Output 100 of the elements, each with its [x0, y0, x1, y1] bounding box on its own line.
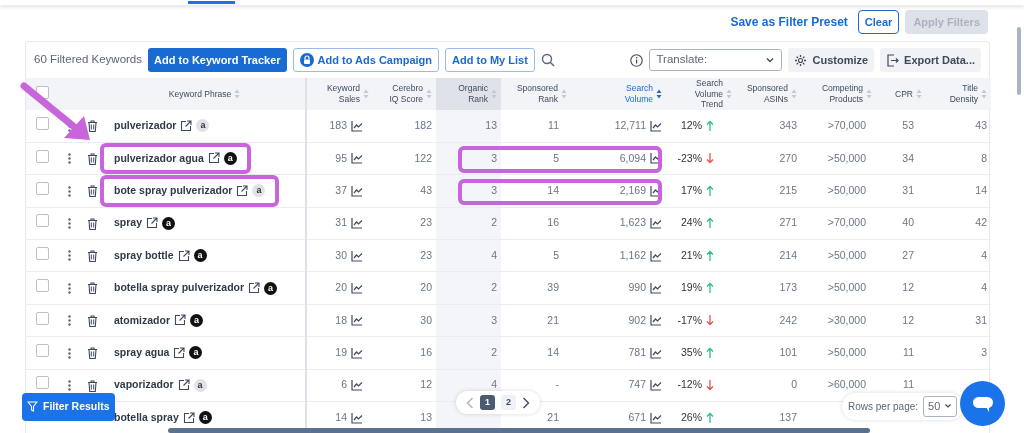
external-link-icon[interactable] [207, 152, 220, 165]
keyword-link[interactable]: bote spray pulverizador [114, 182, 233, 199]
table-cell: 4 [491, 378, 497, 391]
line-chart-icon[interactable] [351, 184, 363, 197]
add-to-tracker-button[interactable]: Add to Keyword Tracker [148, 47, 287, 73]
line-chart-icon[interactable] [650, 249, 662, 262]
line-chart-icon[interactable] [650, 346, 662, 359]
amazon-badge[interactable]: a [252, 184, 266, 198]
customize-button[interactable]: Customize [788, 47, 875, 73]
column-header[interactable]: Keyword Phrase [168, 88, 232, 100]
amazon-badge[interactable]: a [162, 216, 176, 230]
kebab-menu-icon[interactable] [68, 380, 71, 392]
add-to-list-button[interactable]: Add to My List [445, 47, 535, 73]
kebab-menu-icon[interactable] [68, 347, 71, 359]
external-link-icon[interactable] [236, 184, 249, 197]
trash-icon[interactable] [87, 282, 98, 295]
page-button[interactable]: 1 [480, 395, 495, 410]
vertical-scrollbar[interactable] [1017, 27, 1021, 95]
external-link-icon[interactable] [182, 411, 195, 424]
row-checkbox[interactable] [35, 214, 49, 228]
amazon-badge[interactable]: a [264, 281, 278, 295]
table-cell-text: 1,623 [619, 215, 646, 231]
trash-icon[interactable] [87, 249, 98, 262]
trash-icon[interactable] [87, 185, 98, 198]
line-chart-icon[interactable] [351, 411, 363, 424]
line-chart-icon[interactable] [351, 249, 363, 262]
line-chart-icon[interactable] [351, 152, 363, 165]
line-chart-icon[interactable] [351, 282, 363, 294]
keyword-link[interactable]: botella spray pulverizador [114, 280, 245, 296]
external-link-icon[interactable] [146, 217, 159, 230]
external-link-icon[interactable] [177, 249, 190, 262]
line-chart-icon[interactable] [351, 314, 363, 327]
export-button[interactable]: Export Data... [880, 47, 981, 73]
external-link-icon[interactable] [174, 314, 186, 327]
clear-button[interactable]: Clear [857, 9, 900, 35]
line-chart-icon[interactable] [351, 217, 363, 230]
row-checkbox[interactable] [35, 246, 49, 260]
page-button[interactable]: 2 [501, 395, 516, 410]
search-icon[interactable] [540, 53, 555, 67]
amazon-badge[interactable]: a [193, 378, 207, 392]
info-icon[interactable] [630, 53, 644, 67]
keyword-link[interactable]: pulverizador [114, 117, 177, 134]
keyword-link[interactable]: spray bottle [114, 247, 174, 264]
table-cell: 30 [420, 313, 432, 326]
save-filter-preset-link[interactable]: Save as Filter Preset [726, 13, 852, 31]
amazon-badge[interactable]: a [198, 411, 212, 425]
line-chart-icon[interactable] [351, 346, 363, 359]
table-cell: 122 [414, 151, 432, 164]
kebab-menu-icon[interactable] [68, 315, 71, 327]
line-chart-icon[interactable] [650, 217, 662, 230]
amazon-badge[interactable]: a [223, 151, 237, 165]
row-checkbox[interactable] [35, 343, 49, 357]
line-chart-icon[interactable] [650, 282, 662, 294]
kebab-menu-icon[interactable] [68, 218, 71, 230]
row-checkbox[interactable] [35, 376, 49, 390]
table-cell: 20 [335, 280, 347, 296]
trash-icon[interactable] [87, 120, 98, 133]
external-link-icon[interactable] [173, 346, 186, 359]
filter-results-button[interactable]: Filter Results [22, 393, 115, 421]
line-chart-icon[interactable] [650, 119, 662, 132]
kebab-menu-icon[interactable] [68, 185, 71, 197]
keyword-link[interactable]: botella spray [114, 409, 179, 426]
trash-icon[interactable] [87, 347, 98, 360]
trash-icon[interactable] [87, 217, 98, 230]
kebab-menu-icon[interactable] [68, 282, 71, 294]
line-chart-icon[interactable] [351, 119, 363, 132]
row-checkbox[interactable] [35, 181, 49, 195]
keyword-link[interactable]: atomizador [114, 312, 170, 329]
external-link-icon[interactable] [177, 379, 190, 392]
trash-icon[interactable] [87, 314, 98, 327]
horizontal-scrollbar[interactable] [168, 428, 870, 433]
line-chart-icon[interactable] [650, 379, 662, 392]
amazon-badge[interactable]: a [189, 346, 203, 360]
kebab-menu-icon[interactable] [68, 153, 71, 165]
amazon-badge[interactable]: a [193, 249, 207, 263]
translate-select[interactable]: Translate: [649, 49, 783, 71]
keyword-link[interactable]: vaporizador [114, 377, 174, 394]
add-to-ads-button[interactable]: Add to Ads Campaign [292, 47, 440, 73]
row-checkbox[interactable] [35, 149, 49, 163]
chat-button[interactable] [960, 381, 1005, 426]
column-header[interactable]: CPR [895, 88, 913, 100]
line-chart-icon[interactable] [650, 314, 662, 327]
line-chart-icon[interactable] [351, 379, 363, 392]
trash-icon[interactable] [87, 379, 98, 392]
kebab-menu-icon[interactable] [68, 250, 71, 262]
external-link-icon[interactable] [248, 282, 261, 294]
sort-descending-icon[interactable] [656, 88, 662, 99]
trash-icon[interactable] [87, 152, 98, 165]
amazon-badge[interactable]: a [190, 313, 203, 327]
line-chart-icon[interactable] [650, 411, 662, 424]
row-checkbox[interactable] [35, 279, 49, 293]
chevron-right-icon[interactable] [522, 396, 530, 409]
row-checkbox[interactable] [35, 116, 49, 130]
row-checkbox[interactable] [35, 311, 49, 325]
keyword-link[interactable]: spray [114, 215, 143, 232]
keyword-link[interactable]: pulverizador agua [114, 150, 204, 167]
amazon-badge[interactable]: a [196, 119, 210, 133]
external-link-icon[interactable] [180, 119, 193, 132]
rows-per-page-select[interactable]: 50 [923, 396, 958, 417]
keyword-link[interactable]: spray agua [114, 344, 170, 361]
